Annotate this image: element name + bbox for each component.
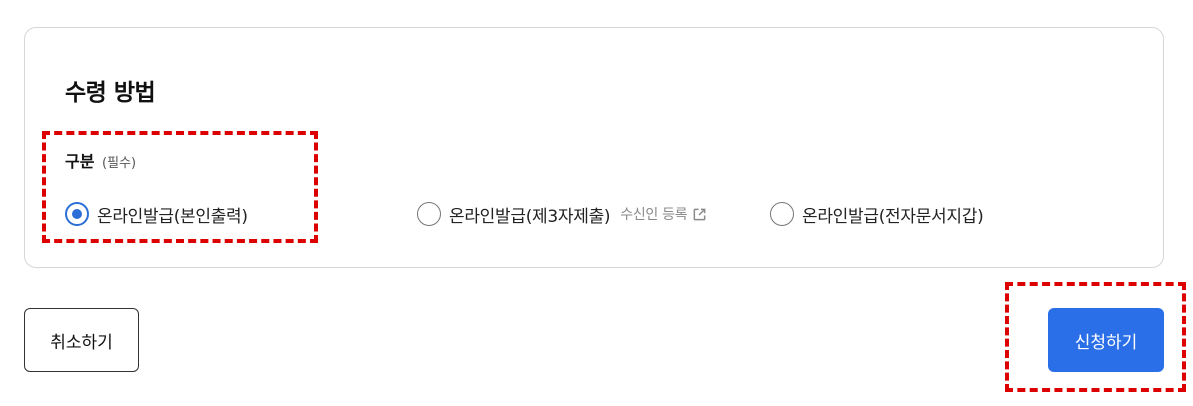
radio-label: 온라인발급(본인출력) [97,206,248,227]
group-label: 구분 (필수) [65,148,136,172]
radio-option-e-wallet[interactable]: 온라인발급(전자문서지갑) [770,200,984,228]
radio-label: 온라인발급(제3자제출) [449,206,611,227]
external-link-icon [693,208,706,220]
group-label-text: 구분 [65,152,95,171]
radio-button[interactable] [417,202,441,226]
cancel-button[interactable]: 취소하기 [24,308,139,372]
radio-option-third-party[interactable]: 온라인발급(제3자제출) 수신인 등록 [417,200,707,228]
section-title: 수령 방법 [65,80,156,106]
recipient-register-link[interactable]: 수신인 등록 [620,204,707,224]
radio-button[interactable] [770,202,794,226]
radio-label: 온라인발급(전자문서지갑) [802,206,984,227]
radio-option-self-print[interactable]: 온라인발급(본인출력) [65,200,248,228]
radio-button-checked[interactable] [65,202,89,226]
recipient-register-label: 수신인 등록 [620,207,688,223]
required-indicator: (필수) [102,156,137,171]
receive-method-card: 수령 방법 구분 (필수) 온라인발급(본인출력) 온라인발급(제3자제출) 수… [24,27,1164,268]
apply-button[interactable]: 신청하기 [1048,308,1164,372]
